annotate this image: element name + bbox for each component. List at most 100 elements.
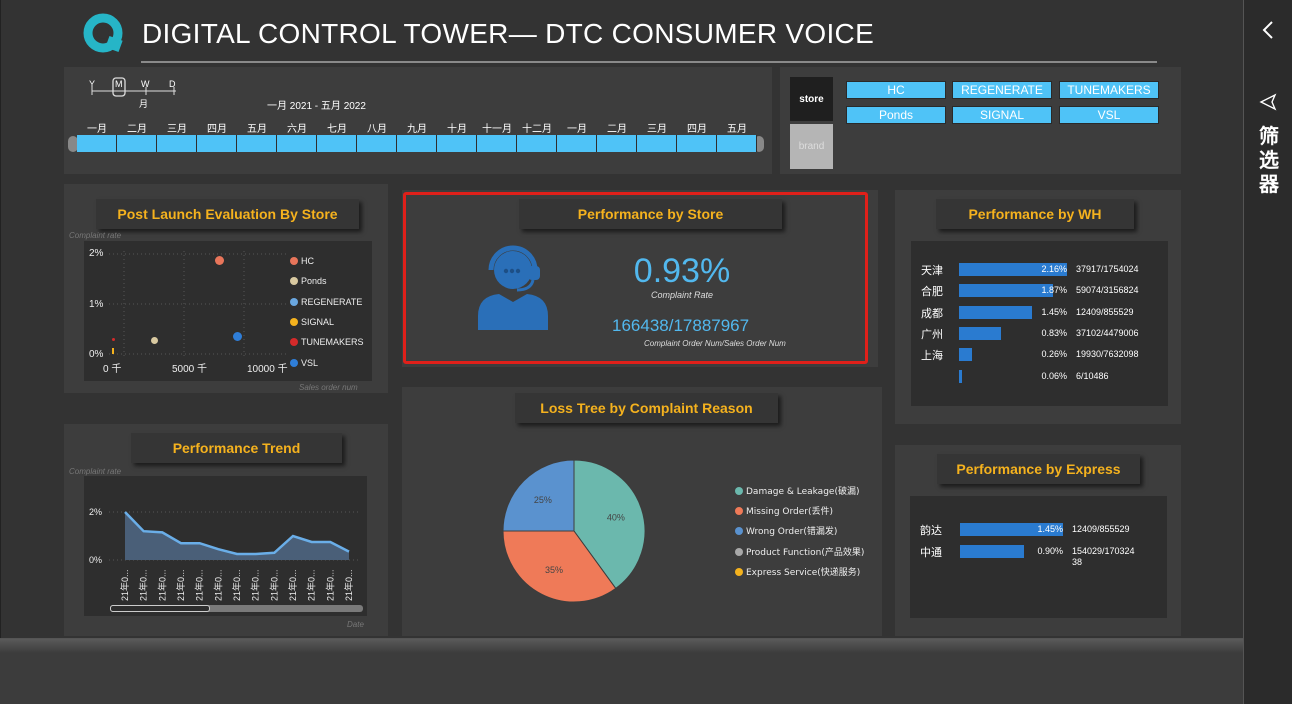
chevron-left-icon[interactable]: [1261, 20, 1275, 40]
bar-category-label: 成都: [921, 306, 943, 320]
timeline-month-label: 十一月: [482, 124, 512, 135]
scale-month[interactable]: M: [115, 79, 123, 89]
tab-store[interactable]: store: [790, 77, 833, 121]
post-launch-y-title: Complaint rate: [69, 231, 122, 240]
legend-item[interactable]: VSL: [290, 358, 318, 368]
legend-dot-icon: [735, 487, 743, 495]
legend-item[interactable]: TUNEMAKERS: [290, 337, 364, 347]
legend-dot-icon: [290, 338, 298, 347]
scatter-y-tick-1: 1%: [89, 299, 104, 310]
legend-dot-icon: [735, 527, 743, 536]
scatter-point-signal[interactable]: [112, 348, 114, 354]
legend-label: SIGNAL: [301, 316, 335, 327]
pie-slice-label: 40%: [607, 512, 625, 522]
complaint-rate-label: Complaint Rate: [650, 290, 714, 300]
pie-legend-item[interactable]: Wrong Order(错漏发): [735, 524, 837, 537]
legend-item[interactable]: SIGNAL: [290, 317, 334, 327]
timeline-month-label: 二月: [127, 124, 147, 135]
timeline-month-label: 五月: [247, 124, 267, 135]
scatter-x-tick-2: 10000 千: [247, 364, 288, 375]
pie-legend-item[interactable]: Product Function(产品效果): [735, 545, 864, 558]
timeline-month-segment[interactable]: [117, 135, 157, 152]
filter-pane[interactable]: 筛选器: [1243, 0, 1292, 704]
scatter-y-tick-0: 0%: [89, 349, 104, 360]
pie-legend-item[interactable]: Express Service(快递服务): [735, 565, 860, 578]
timeline-month-segment[interactable]: [557, 135, 597, 152]
loss-tree-pie[interactable]: 40% 35% 25%: [499, 456, 649, 606]
bar-percent-label: 1.45%: [1037, 524, 1063, 534]
timeline-month-segment[interactable]: [197, 135, 237, 152]
complaint-ratio-label: Complaint Order Num/Sales Order Num: [644, 339, 786, 348]
performance-wh-title: Performance by WH: [936, 199, 1134, 229]
timeline-month-segment[interactable]: [477, 135, 517, 152]
slicer-tunemakers[interactable]: TUNEMAKERS: [1059, 81, 1159, 99]
trend-x-tick-label: 21年0...: [231, 569, 242, 601]
slicer-vsl[interactable]: VSL: [1059, 106, 1159, 124]
page-title: DIGITAL CONTROL TOWER— DTC CONSUMER VOIC…: [142, 18, 875, 49]
scatter-grid: [109, 251, 289, 356]
trend-x-tick-label: 21年0...: [287, 569, 298, 601]
scale-week[interactable]: W: [141, 79, 150, 89]
legend-dot-icon: [290, 277, 298, 286]
pie-legend-item[interactable]: Damage & Leakage(破漏): [735, 484, 859, 497]
trend-scrollbar-thumb[interactable]: [110, 605, 210, 612]
slicer-hc[interactable]: HC: [846, 81, 946, 99]
trend-x-tick-label: 21年0...: [250, 569, 261, 601]
timeline-month-segment[interactable]: [397, 135, 437, 152]
legend-label: Express Service(快递服务): [746, 567, 861, 578]
legend-label: REGENERATE: [301, 296, 363, 307]
legend-dot-icon: [735, 567, 743, 576]
complaint-rate-value: 0.93%: [633, 252, 731, 290]
trend-x-tick-label: 21年0...: [343, 569, 354, 601]
bar-percent-label: 1.45%: [1041, 306, 1067, 317]
timeline-month-segment[interactable]: [357, 135, 397, 152]
trend-x-tick-label: 21年0...: [119, 569, 130, 601]
timeline-month-segment[interactable]: [277, 135, 317, 152]
legend-label: Product Function(产品效果): [746, 547, 865, 558]
bar-percent-label: 0.83%: [1041, 327, 1067, 338]
scatter-x-tick-0: 0 千: [103, 364, 122, 375]
timeline-month-segment[interactable]: [517, 135, 557, 152]
scatter-point-ponds[interactable]: [151, 337, 158, 344]
timeline-month-segment[interactable]: [637, 135, 677, 152]
scatter-x-tick-1: 5000 千: [172, 364, 208, 375]
scatter-point-tunemakers[interactable]: [112, 338, 115, 341]
legend-label: HC: [301, 256, 314, 266]
timeline-month-segment[interactable]: [317, 135, 357, 152]
timeline-month-segment[interactable]: [717, 135, 757, 152]
timeline-month-segment[interactable]: [437, 135, 477, 152]
tab-brand[interactable]: brand: [790, 124, 833, 169]
scatter-point-hc[interactable]: [215, 256, 224, 265]
legend-item[interactable]: REGENERATE: [290, 297, 362, 307]
filter-pane-label: 筛选器: [1259, 124, 1279, 196]
timeline-bar[interactable]: [77, 135, 757, 152]
legend-label: Ponds: [301, 276, 327, 287]
timeline-month-segment[interactable]: [77, 135, 117, 152]
slicer-signal[interactable]: SIGNAL: [952, 106, 1052, 124]
slicer-ponds[interactable]: Ponds: [846, 106, 946, 124]
timeline-month-labels: 一月 二月 三月 四月 五月 六月 七月 八月 九月 十月 十一月 十二月 一月 二月 三月 四月 五月: [77, 120, 757, 135]
timeline-month-segment[interactable]: [237, 135, 277, 152]
performance-express-title: Performance by Express: [937, 454, 1140, 484]
bar-count-label: 37102/4479006: [1076, 327, 1139, 338]
pie-legend-item[interactable]: Missing Order(丢件): [735, 504, 833, 517]
timeline-month-label: 三月: [647, 124, 667, 135]
slicer-regenerate[interactable]: REGENERATE: [952, 81, 1052, 99]
trend-line-chart[interactable]: 21年0... 21年0... 21年0... 21年0... 21年0... 21年0.…: [84, 476, 367, 616]
scale-year[interactable]: Y: [89, 79, 95, 89]
legend-item[interactable]: HC: [290, 256, 314, 266]
post-launch-x-title: Sales order num: [299, 383, 358, 392]
performance-store-title: Performance by Store: [519, 199, 782, 229]
timeline-month-segment[interactable]: [157, 135, 197, 152]
scatter-point-vsl[interactable]: [233, 332, 242, 341]
timeline-month-segment[interactable]: [597, 135, 637, 152]
brand-logo-icon: [83, 13, 123, 53]
bar-count-label: 59074/3156824: [1076, 285, 1139, 296]
timeline-month-label: 五月: [727, 124, 747, 135]
post-launch-title: Post Launch Evaluation By Store: [96, 199, 359, 229]
loss-tree-title: Loss Tree by Complaint Reason: [515, 393, 778, 423]
performance-trend-title: Performance Trend: [131, 433, 342, 463]
timeline-month-segment[interactable]: [677, 135, 717, 152]
legend-item[interactable]: Ponds: [290, 276, 327, 286]
scale-day[interactable]: D: [169, 79, 176, 89]
